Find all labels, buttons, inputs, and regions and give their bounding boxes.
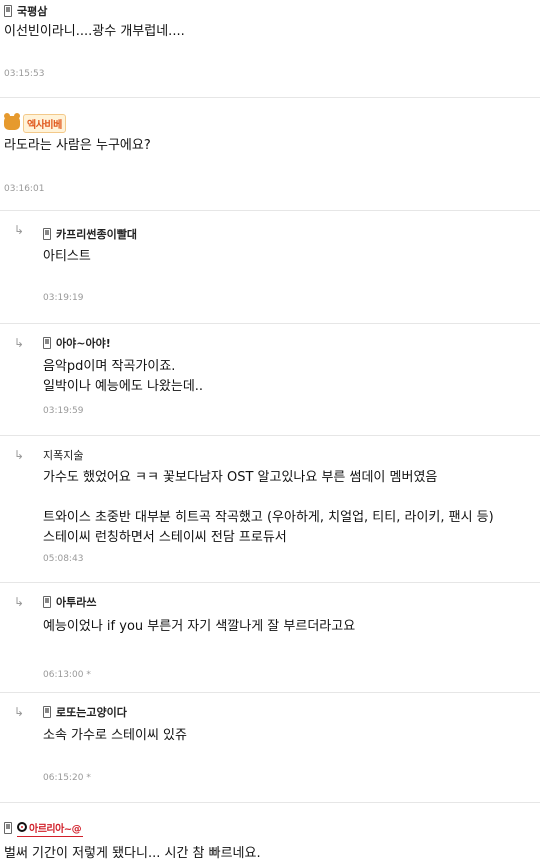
- comment-text-line: 가수도 했었어요 ㅋㅋ 꽃보다남자 OST 알고있나요 부른 썸데이 멤버였음: [43, 470, 438, 485]
- comment-item: 아르리아~@ 벌써 기간이 저렇게 됐다니... 시간 참 빠르네요.: [0, 803, 540, 867]
- mobile-phone-icon: [4, 822, 12, 834]
- comment-text-line: 일박이나 예능에도 나왔는데..: [43, 379, 204, 394]
- comment-time: 03:19:19: [43, 293, 84, 303]
- comment-header: 카프리썬종이빨대: [43, 225, 137, 243]
- comment-text: 소속 가수로 스테이씨 있쥬: [43, 728, 187, 743]
- comment-item: 엑사비베 라도라는 사람은 누구에요? 03:16:01: [0, 98, 540, 211]
- mobile-phone-icon: [43, 228, 51, 240]
- comment-nickname[interactable]: 지폭지술: [43, 447, 83, 463]
- comment-nickname[interactable]: 국평삼: [17, 3, 47, 19]
- comment-text-line: 음악pd이며 작곡가이죠.: [43, 359, 176, 374]
- comment-time: 03:16:01: [4, 184, 45, 194]
- comment-star-marker: *: [86, 773, 91, 783]
- comment-time: 05:08:43: [43, 554, 84, 564]
- bear-level-icon: [4, 113, 20, 130]
- comment-text: 라도라는 사람은 누구에요?: [4, 138, 151, 153]
- comment-nickname[interactable]: 로또는고양이다: [56, 704, 127, 720]
- comment-header: 아투라쓰: [43, 593, 96, 611]
- comment-text-line: 스테이씨 런칭하면서 스테이씨 전담 프로듀서: [43, 530, 287, 545]
- comment-text-line: 트와이스 초중반 대부분 히트곡 작곡했고 (우아하게, 치얼업, 티티, 라이…: [43, 510, 494, 525]
- comment-header: 엑사비베: [4, 113, 66, 133]
- comment-text: 예능이었나 if you 부른거 자기 색깔나게 잘 부르더라고요: [43, 619, 356, 634]
- comment-header: 아야~아야!: [43, 334, 111, 352]
- comment-nickname-text: 아르리아~@: [29, 823, 82, 835]
- comment-header: 아르리아~@: [4, 819, 84, 837]
- reply-arrow-icon: ↳: [14, 336, 25, 350]
- reply-arrow-icon: ↳: [14, 448, 25, 462]
- comment-nickname[interactable]: 아르리아~@: [17, 820, 84, 837]
- comment-nickname[interactable]: 엑사비베: [23, 113, 66, 133]
- reply-item: ↳ 카프리썬종이빨대 아티스트 03:19:19: [0, 211, 540, 324]
- comment-header: 로또는고양이다: [43, 703, 127, 721]
- comment-header: 국평삼: [4, 2, 47, 20]
- comment-star-marker: *: [86, 670, 91, 680]
- reply-item: ↳ 지폭지술 가수도 했었어요 ㅋㅋ 꽃보다남자 OST 알고있나요 부른 썸데…: [0, 436, 540, 583]
- reply-arrow-icon: ↳: [14, 595, 25, 609]
- target-badge-icon: [17, 822, 27, 832]
- reply-item: ↳ 아야~아야! 음악pd이며 작곡가이죠. 일박이나 예능에도 나왔는데.. …: [0, 324, 540, 436]
- comment-time: 03:19:59: [43, 406, 84, 416]
- comment-nickname[interactable]: 아투라쓰: [56, 594, 96, 610]
- comment-text: 아티스트: [43, 249, 91, 264]
- reply-arrow-icon: ↳: [14, 705, 25, 719]
- reply-item: ↳ 아투라쓰 예능이었나 if you 부른거 자기 색깔나게 잘 부르더라고요…: [0, 583, 540, 693]
- comment-text-line: [43, 488, 494, 508]
- comment-text: 이선빈이라니....광수 개부럽네....: [4, 24, 185, 39]
- comment-nickname[interactable]: 카프리썬종이빨대: [56, 226, 137, 242]
- comment-text: 벌써 기간이 저렇게 됐다니... 시간 참 빠르네요.: [4, 846, 261, 861]
- mobile-phone-icon: [4, 5, 12, 17]
- mobile-phone-icon: [43, 596, 51, 608]
- comment-item: 국평삼 이선빈이라니....광수 개부럽네.... 03:15:53: [0, 0, 540, 98]
- reply-arrow-icon: ↳: [14, 223, 25, 237]
- comment-time: 06:13:00: [43, 670, 84, 680]
- comment-time: 03:15:53: [4, 69, 45, 79]
- comment-nickname[interactable]: 아야~아야!: [56, 335, 111, 351]
- mobile-phone-icon: [43, 706, 51, 718]
- reply-item: ↳ 로또는고양이다 소속 가수로 스테이씨 있쥬 06:15:20 *: [0, 693, 540, 803]
- mobile-phone-icon: [43, 337, 51, 349]
- comment-header: 지폭지술: [43, 446, 83, 464]
- comment-time: 06:15:20: [43, 773, 84, 783]
